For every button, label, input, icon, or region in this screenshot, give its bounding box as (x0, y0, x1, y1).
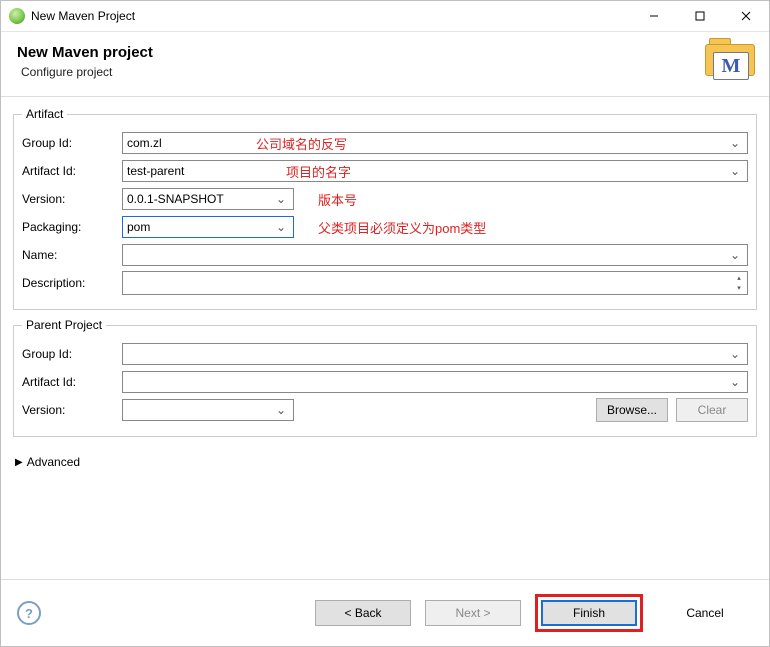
chevron-down-icon: ⌄ (727, 136, 743, 150)
group-id-annotation: 公司域名的反写 (256, 134, 347, 153)
parent-project-group: Parent Project Group Id: ⌄ Artifact Id: … (13, 318, 757, 437)
packaging-combo[interactable]: pom ⌄ (122, 216, 294, 238)
artifact-id-annotation: 项目的名字 (286, 162, 351, 181)
chevron-down-icon: ⌄ (727, 347, 743, 361)
back-button[interactable]: < Back (315, 600, 411, 626)
description-label: Description: (22, 276, 122, 290)
artifact-group: Artifact Group Id: com.zl 公司域名的反写 ⌄ Arti… (13, 107, 757, 310)
name-label: Name: (22, 248, 122, 262)
group-id-value: com.zl (127, 136, 162, 150)
parent-artifact-id-combo[interactable]: ⌄ (122, 371, 748, 393)
dialog-window: New Maven Project New Maven project Conf… (0, 0, 770, 647)
wizard-header: New Maven project Configure project M (1, 32, 769, 97)
window-controls (631, 1, 769, 31)
finish-highlight-box: Finish (535, 594, 643, 632)
parent-legend: Parent Project (22, 318, 106, 332)
artifact-id-value: test-parent (127, 164, 184, 178)
group-id-label: Group Id: (22, 136, 122, 150)
version-label: Version: (22, 192, 122, 206)
parent-group-id-combo[interactable]: ⌄ (122, 343, 748, 365)
finish-button[interactable]: Finish (541, 600, 637, 626)
artifact-id-label: Artifact Id: (22, 164, 122, 178)
clear-button[interactable]: Clear (676, 398, 748, 422)
version-value: 0.0.1-SNAPSHOT (127, 192, 224, 206)
group-id-combo[interactable]: com.zl 公司域名的反写 ⌄ (122, 132, 748, 154)
wizard-body: Artifact Group Id: com.zl 公司域名的反写 ⌄ Arti… (1, 97, 769, 579)
description-input[interactable]: ▴ ▾ (122, 271, 748, 295)
advanced-toggle[interactable]: ▶ Advanced (13, 445, 757, 473)
chevron-down-icon: ⌄ (273, 403, 289, 417)
next-button: Next > (425, 600, 521, 626)
help-icon[interactable]: ? (17, 601, 41, 625)
packaging-annotation: 父类项目必须定义为pom类型 (318, 218, 486, 237)
chevron-up-icon[interactable]: ▴ (732, 273, 746, 283)
chevron-down-icon: ⌄ (727, 375, 743, 389)
minimize-button[interactable] (631, 1, 677, 31)
packaging-label: Packaging: (22, 220, 122, 234)
maven-app-icon (9, 8, 25, 24)
artifact-legend: Artifact (22, 107, 67, 121)
parent-group-id-label: Group Id: (22, 347, 122, 361)
triangle-right-icon: ▶ (15, 457, 23, 468)
parent-version-combo[interactable]: ⌄ (122, 399, 294, 421)
browse-button[interactable]: Browse... (596, 398, 668, 422)
page-subtitle: Configure project (21, 65, 705, 79)
window-title: New Maven Project (31, 9, 631, 23)
artifact-id-combo[interactable]: test-parent 项目的名字 ⌄ (122, 160, 748, 182)
close-button[interactable] (723, 1, 769, 31)
description-spinner[interactable]: ▴ ▾ (732, 273, 746, 293)
version-combo[interactable]: 0.0.1-SNAPSHOT ⌄ (122, 188, 294, 210)
chevron-down-icon: ⌄ (273, 220, 289, 234)
chevron-down-icon[interactable]: ▾ (732, 283, 746, 293)
chevron-down-icon: ⌄ (727, 248, 743, 262)
titlebar: New Maven Project (1, 1, 769, 32)
version-annotation: 版本号 (318, 190, 357, 209)
maven-wizard-icon: M (705, 42, 753, 82)
chevron-down-icon: ⌄ (727, 164, 743, 178)
chevron-down-icon: ⌄ (273, 192, 289, 206)
wizard-footer: ? < Back Next > Finish Cancel (1, 579, 769, 646)
name-combo[interactable]: ⌄ (122, 244, 748, 266)
advanced-label: Advanced (27, 455, 80, 469)
parent-artifact-id-label: Artifact Id: (22, 375, 122, 389)
maximize-button[interactable] (677, 1, 723, 31)
cancel-button[interactable]: Cancel (657, 600, 753, 626)
parent-version-label: Version: (22, 403, 122, 417)
packaging-value: pom (127, 220, 150, 234)
page-title: New Maven project (17, 44, 705, 61)
